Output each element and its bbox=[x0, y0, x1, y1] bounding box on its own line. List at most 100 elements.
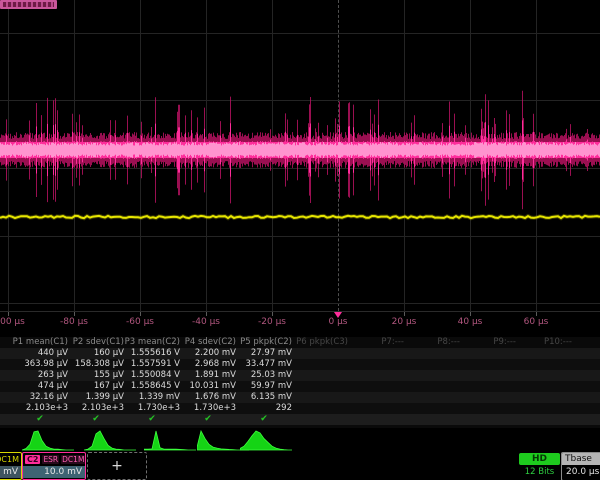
histicon[interactable] bbox=[240, 429, 292, 451]
measure-cell: 27.97 mV bbox=[236, 348, 292, 359]
axis-tick bbox=[272, 312, 273, 316]
channel-c2-descriptor[interactable]: C2 ESR DC1M 10.0 mV bbox=[22, 452, 86, 480]
undo-setup-chip[interactable] bbox=[0, 0, 57, 9]
measure-column-header[interactable]: P1 mean(C1) bbox=[12, 337, 68, 348]
histicon-shape bbox=[84, 431, 136, 450]
measure-cell: 2.103e+3 bbox=[12, 403, 68, 414]
measure-column-header[interactable]: P4 sdev(C2) bbox=[180, 337, 236, 348]
histicon[interactable] bbox=[144, 429, 196, 451]
measure-cell: 1.558645 V bbox=[124, 381, 180, 392]
axis-tick-label: 40 µs bbox=[458, 317, 483, 327]
timebase-descriptor[interactable]: Tbase 20.0 µs bbox=[561, 452, 600, 480]
measure-cell: 158.308 µV bbox=[68, 359, 124, 370]
measure-column-header-inactive[interactable]: P6 pkpk(C3) bbox=[292, 337, 348, 348]
c1-coupling-label: DC1M bbox=[0, 455, 19, 464]
timebase-title: Tbase bbox=[562, 453, 600, 465]
measure-cell: 1.730e+3 bbox=[124, 403, 180, 414]
measure-cell: 160 µV bbox=[68, 348, 124, 359]
measure-value-row: 440 µV160 µV1.555616 V2.200 mV27.97 mV bbox=[0, 348, 600, 359]
measure-value-row: 32.16 µV1.399 µV1.339 mV1.676 mV6.135 mV bbox=[0, 392, 600, 403]
measure-cell: 32.16 µV bbox=[12, 392, 68, 403]
measure-column-header[interactable]: P5 pkpk(C2) bbox=[236, 337, 292, 348]
measure-cell: 1.399 µV bbox=[68, 392, 124, 403]
measure-cell: 440 µV bbox=[12, 348, 68, 359]
measure-cell: 6.135 mV bbox=[236, 392, 292, 403]
axis-tick-label: -20 µs bbox=[258, 317, 286, 327]
measure-cell: 2.968 mV bbox=[180, 359, 236, 370]
measure-value-row: 263 µV155 µV1.550084 V1.891 mV25.03 mV bbox=[0, 370, 600, 381]
measure-value-row: 474 µV167 µV1.558645 V10.031 mV59.97 mV bbox=[0, 381, 600, 392]
measure-cell: 1.557591 V bbox=[124, 359, 180, 370]
axis-tick bbox=[74, 312, 75, 316]
axis-tick bbox=[206, 312, 207, 316]
axis-tick-label: 0 µs bbox=[328, 317, 347, 327]
measure-status-row: ✔✔✔✔✔ bbox=[0, 414, 600, 425]
histicon-shape bbox=[22, 431, 74, 450]
hd-mode-chip[interactable]: HD bbox=[519, 453, 560, 465]
measure-status-check: ✔ bbox=[236, 414, 292, 425]
trigger-position-marker[interactable] bbox=[334, 312, 342, 318]
measure-value-row: 363.98 µV158.308 µV1.557591 V2.968 mV33.… bbox=[0, 359, 600, 370]
histicon[interactable] bbox=[22, 429, 74, 451]
measure-header-row: P1 mean(C1)P2 sdev(C1)P3 mean(C2)P4 sdev… bbox=[0, 337, 600, 348]
histicon-shape bbox=[240, 431, 292, 450]
measure-cell: 1.730e+3 bbox=[180, 403, 236, 414]
axis-tick bbox=[8, 312, 9, 316]
measure-cell: 59.97 mV bbox=[236, 381, 292, 392]
measure-cell: 2.200 mV bbox=[180, 348, 236, 359]
measure-cell: 2.103e+3 bbox=[68, 403, 124, 414]
add-trace-button[interactable]: + bbox=[87, 452, 147, 480]
plus-icon: + bbox=[111, 458, 123, 474]
measure-column-header-inactive[interactable]: P11:--- bbox=[572, 337, 600, 348]
measure-cell: 1.676 mV bbox=[180, 392, 236, 403]
measure-cell: 474 µV bbox=[12, 381, 68, 392]
measure-status-check: ✔ bbox=[124, 414, 180, 425]
measurement-table: P1 mean(C1)P2 sdev(C1)P3 mean(C2)P4 sdev… bbox=[0, 337, 600, 428]
oscilloscope-screen: -100 µs -80 µs -60 µs -40 µs -20 µs 0 µs 20 µs… bbox=[0, 0, 600, 480]
axis-tick bbox=[470, 312, 471, 316]
c1-volts-per-div: 0 mV bbox=[0, 466, 21, 478]
histicon[interactable] bbox=[84, 429, 136, 451]
waveform-grid bbox=[0, 0, 600, 312]
axis-tick-label: 20 µs bbox=[392, 317, 417, 327]
hd-bits-label: 12 Bits bbox=[519, 467, 560, 477]
measure-cell: 10.031 mV bbox=[180, 381, 236, 392]
channel-c1-descriptor[interactable]: DC1M 0 mV bbox=[0, 452, 22, 480]
axis-tick-label: 60 µs bbox=[524, 317, 549, 327]
measure-cell: 1.891 mV bbox=[180, 370, 236, 381]
axis-tick-label: -100 µs bbox=[0, 317, 25, 327]
chip-text-smudge bbox=[3, 2, 54, 7]
measure-status-check: ✔ bbox=[68, 414, 124, 425]
axis-tick-label: -40 µs bbox=[192, 317, 220, 327]
bottom-toolbar: DC1M 0 mV C2 ESR DC1M 10.0 mV + HD 12 Bi… bbox=[0, 452, 600, 480]
measure-cell: 155 µV bbox=[68, 370, 124, 381]
measure-column-header-inactive[interactable]: P8:--- bbox=[404, 337, 460, 348]
measure-cell: 263 µV bbox=[12, 370, 68, 381]
c2-coupling-tag: DC1M bbox=[61, 455, 85, 464]
measure-column-header-inactive[interactable]: P10:--- bbox=[516, 337, 572, 348]
measure-cell: 25.03 mV bbox=[236, 370, 292, 381]
measure-column-header-inactive[interactable]: P9:--- bbox=[460, 337, 516, 348]
axis-tick bbox=[536, 312, 537, 316]
histicon-shape bbox=[144, 431, 196, 450]
measure-cell: 1.550084 V bbox=[124, 370, 180, 381]
measure-cell: 167 µV bbox=[68, 381, 124, 392]
c2-channel-chip: C2 bbox=[25, 455, 40, 464]
axis-tick bbox=[404, 312, 405, 316]
axis-tick-label: -60 µs bbox=[126, 317, 154, 327]
axis-tick-label: -80 µs bbox=[60, 317, 88, 327]
axis-tick bbox=[140, 312, 141, 316]
measure-cell: 363.98 µV bbox=[12, 359, 68, 370]
measure-column-header[interactable]: P3 mean(C2) bbox=[124, 337, 180, 348]
waveform-traces bbox=[0, 0, 600, 312]
measure-cell: 33.477 mV bbox=[236, 359, 292, 370]
timebase-value: 20.0 µs bbox=[562, 465, 600, 479]
c2-volts-per-div: 10.0 mV bbox=[23, 466, 85, 478]
measure-column-header-inactive[interactable]: P7:--- bbox=[348, 337, 404, 348]
measure-cell: 292 bbox=[236, 403, 292, 414]
histicon-row bbox=[0, 428, 600, 452]
measure-value-row: 2.103e+32.103e+31.730e+31.730e+3292 bbox=[0, 403, 600, 414]
c2-esr-tag: ESR bbox=[42, 455, 59, 464]
measure-status-check: ✔ bbox=[12, 414, 68, 425]
measure-column-header[interactable]: P2 sdev(C1) bbox=[68, 337, 124, 348]
